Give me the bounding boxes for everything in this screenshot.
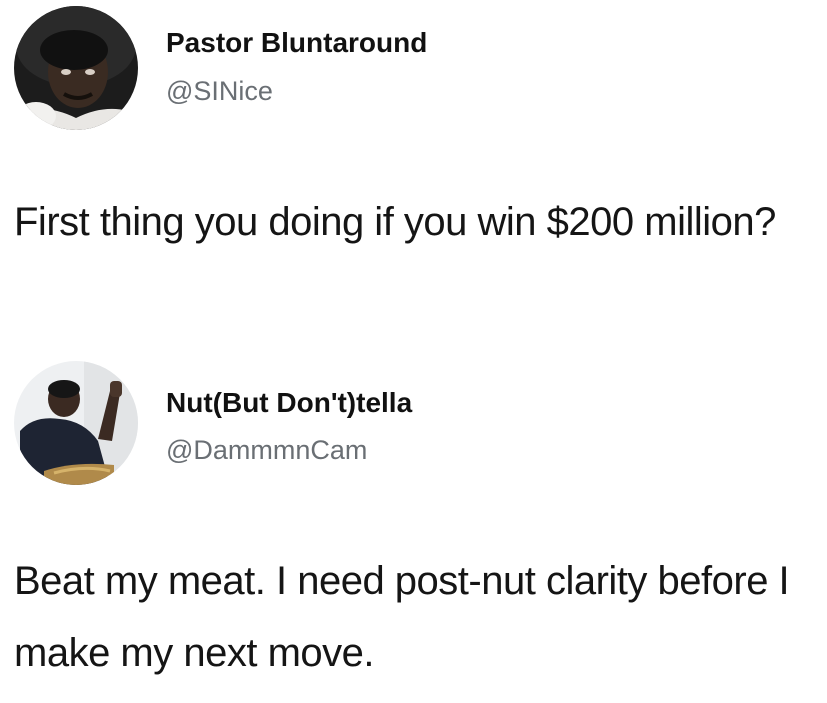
tweet-reply: Nut(But Don't)tella @DammmnCam Beat my m… bbox=[0, 355, 827, 703]
tweet-original: Pastor Bluntaround @SINice First thing y… bbox=[0, 0, 827, 345]
tweet-text: First thing you doing if you win $200 mi… bbox=[14, 200, 776, 244]
display-name[interactable]: Pastor Bluntaround bbox=[166, 27, 427, 59]
profile-photo-icon bbox=[14, 6, 138, 130]
user-handle[interactable]: @SINice bbox=[166, 76, 273, 107]
display-name[interactable]: Nut(But Don't)tella bbox=[166, 387, 412, 419]
avatar[interactable] bbox=[14, 6, 138, 130]
tweet-text: Beat my meat. I need post-nut clarity be… bbox=[14, 559, 790, 675]
avatar[interactable] bbox=[14, 361, 138, 485]
user-handle[interactable]: @DammmnCam bbox=[166, 435, 367, 466]
profile-photo-icon bbox=[14, 361, 138, 485]
